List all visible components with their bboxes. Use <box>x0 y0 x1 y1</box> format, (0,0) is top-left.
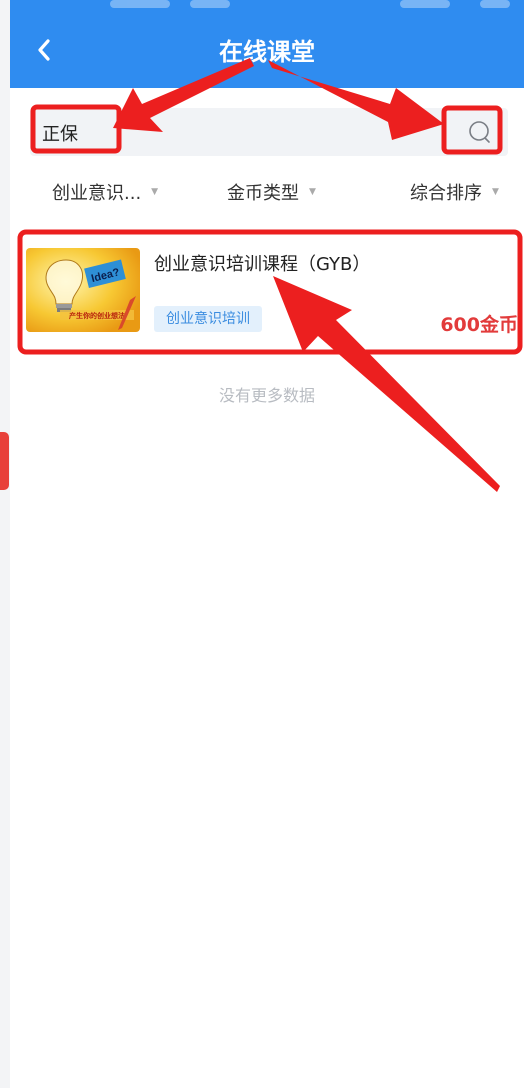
search-input[interactable] <box>40 110 444 156</box>
search-icon <box>469 121 490 143</box>
list-end-text: 没有更多数据 <box>218 386 315 405</box>
left-edge-marker <box>0 432 9 490</box>
course-card[interactable]: Idea? 产生你的创业想法 创业意识培训课程（GYB） 创业意识培训 600金… <box>26 236 520 346</box>
caret-down-icon: ▼ <box>151 187 159 197</box>
search-bar <box>30 108 508 156</box>
course-price: 600金币 <box>440 314 518 336</box>
filter-coin-type[interactable]: 金币类型 ▼ <box>227 170 316 214</box>
thumbnail-caption: 产生你的创业想法 <box>69 311 125 320</box>
course-title: 创业意识培训课程（GYB） <box>154 254 371 275</box>
filter-sort[interactable]: 综合排序 ▼ <box>410 170 499 214</box>
filter-bar: 创业意识... ▼ 金币类型 ▼ 综合排序 ▼ <box>10 170 524 214</box>
caret-down-icon: ▼ <box>309 187 316 197</box>
app-header: 在线课堂 <box>10 0 524 88</box>
caret-down-icon: ▼ <box>492 187 499 197</box>
filter-category[interactable]: 创业意识... ▼ <box>52 170 158 214</box>
annotation-overlay <box>17 58 523 492</box>
filter-coin-type-label: 金币类型 <box>227 183 299 204</box>
page-title: 在线课堂 <box>219 38 315 66</box>
course-tag: 创业意识培训 <box>154 306 262 332</box>
left-edge-strip <box>0 0 10 1088</box>
course-thumbnail: Idea? 产生你的创业想法 <box>26 248 140 332</box>
filter-sort-label: 综合排序 <box>410 183 482 204</box>
filter-category-label: 创业意识... <box>52 183 142 204</box>
search-button[interactable] <box>462 114 498 150</box>
status-bar <box>10 0 524 14</box>
